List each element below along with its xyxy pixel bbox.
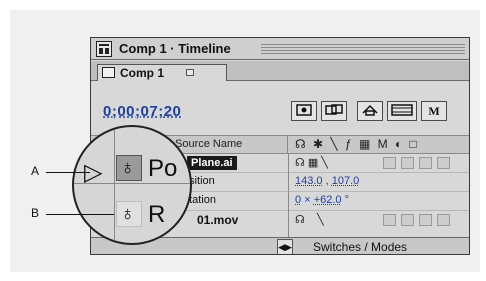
layer-name: Plane.ai — [187, 156, 237, 170]
graph-button[interactable] — [387, 101, 417, 121]
rotation-value[interactable]: 0 × +62.0 ° — [295, 194, 349, 206]
switch-box[interactable] — [383, 214, 396, 226]
window-title: Comp 1 · Timeline — [119, 41, 231, 56]
rotation-turns-value[interactable]: 0 — [295, 194, 301, 206]
switch-box[interactable] — [419, 157, 432, 169]
switch-box[interactable] — [437, 157, 450, 169]
position-y-value[interactable]: 107.0 — [332, 175, 360, 187]
times-symbol: × — [304, 194, 311, 206]
title-bar-grip — [261, 43, 465, 55]
magnified-property-label: R — [148, 201, 166, 228]
switch-box[interactable] — [437, 214, 450, 226]
shy-layers-button[interactable] — [291, 101, 317, 121]
draft-3d-icon — [362, 104, 378, 116]
switch-box[interactable] — [401, 157, 414, 169]
layer-name: 01.mov — [197, 213, 239, 227]
expand-collapse-pane-button[interactable]: ◀▶ — [277, 239, 293, 254]
switches-modes-toggle[interactable]: Switches / Modes — [313, 240, 407, 254]
value-separator: , — [325, 175, 329, 187]
timeline-window-icon — [96, 41, 112, 57]
switch-box[interactable] — [419, 214, 432, 226]
frame-blending-button[interactable] — [321, 101, 347, 121]
stopwatch-inactive-icon[interactable]: ♁ — [116, 201, 142, 227]
composition-icon — [102, 67, 115, 78]
collapse-switch-icon[interactable]: ☊ ▦ ╲ — [295, 156, 328, 169]
tab-strip: Comp 1 — [91, 61, 469, 81]
column-divider — [288, 154, 289, 237]
position-value[interactable]: 143.0 , 107.0 — [295, 175, 359, 187]
motion-blur-button[interactable]: M — [421, 101, 447, 121]
frame-blending-icon — [325, 104, 343, 115]
callout-label-a: A — [31, 164, 40, 178]
stopwatch-active-icon[interactable]: ♁ — [116, 155, 142, 181]
callout-leader-a — [46, 172, 90, 173]
collapse-switch-icon[interactable]: ☊ ╲ — [295, 213, 324, 226]
tab-label: Comp 1 — [120, 66, 165, 80]
switch-box[interactable] — [401, 214, 414, 226]
magnified-property-label: Po — [148, 155, 178, 182]
tab-close-icon[interactable] — [186, 69, 194, 76]
tab-comp-1[interactable]: Comp 1 — [97, 64, 227, 81]
callout-label-b: B — [31, 206, 40, 220]
position-x-value[interactable]: 143.0 — [295, 175, 323, 187]
degree-symbol: ° — [344, 194, 349, 206]
rotation-degrees-value[interactable]: +62.0 — [314, 194, 342, 206]
shy-layers-icon — [296, 104, 312, 116]
current-time-display[interactable]: 0;00;07;20 — [103, 103, 181, 120]
column-divider — [114, 127, 115, 243]
magnified-detail-circle: ▷ ♁ Po ♁ R — [72, 125, 192, 245]
draft-3d-button[interactable] — [357, 101, 383, 121]
title-bar[interactable]: Comp 1 · Timeline — [91, 38, 469, 60]
switches-column-icons: ☊ ✱ ╲ ƒ ▦ M ◐ □ — [295, 137, 419, 151]
film-strip-icon — [391, 104, 413, 116]
callout-leader-b — [46, 214, 114, 215]
source-name-header: Source Name — [175, 138, 243, 150]
switch-box[interactable] — [383, 157, 396, 169]
